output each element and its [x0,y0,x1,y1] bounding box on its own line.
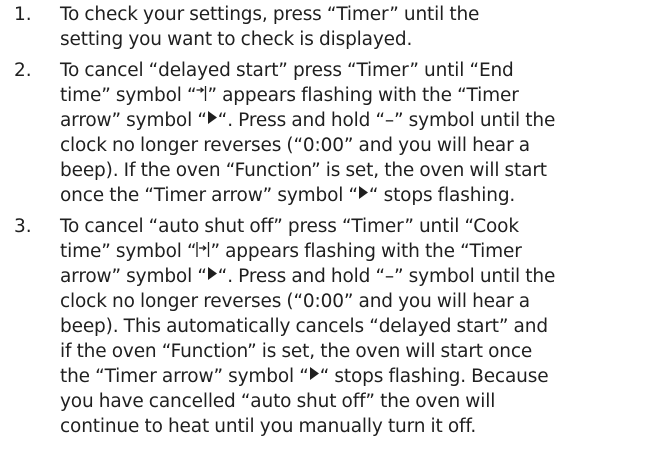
text-line: if the oven “Function” is set, the oven … [60,341,533,362]
item-number: 2. [14,60,32,81]
instruction-list: 1. To check your settings, press “Timer”… [14,2,644,445]
timer-arrow-icon [358,184,369,204]
text-segment: ” appears flashing with the “Timer [210,241,522,262]
text-line: you have cancelled “auto shut off” the o… [60,391,496,412]
list-item-2: 2. To cancel “delayed start” press “Time… [14,58,644,208]
text-segment: time” symbol “ [60,85,197,106]
item-number: 1. [14,4,32,25]
text-segment: the “Timer arrow” symbol “ [60,366,309,387]
item-text: To cancel “auto shut off” press “Timer” … [60,214,644,439]
list-item-3: 3. To cancel “auto shut off” press “Time… [14,214,644,439]
text-line: setting you want to check is displayed. [60,29,413,50]
text-segment: “. Press and hold “–” symbol until the [217,110,556,131]
text-segment: once the “Timer arrow” symbol “ [60,185,358,206]
text-line: the “Timer arrow” symbol “ “ stops flashi… [60,364,644,389]
list-item-1: 1. To check your settings, press “Timer”… [14,2,644,52]
text-segment: arrow” symbol “ [60,110,207,131]
text-segment: time” symbol “ [60,241,197,262]
text-line: arrow” symbol “ “. Press and hold “–” sym… [60,108,644,133]
item-number: 3. [14,216,32,237]
text-segment: “ stops flashing. [368,185,516,206]
text-line: To cancel “auto shut off” press “Timer” … [60,216,519,237]
text-segment: “ stops flashing. Because [319,366,549,387]
text-segment: arrow” symbol “ [60,266,207,287]
text-line: beep). If the oven “Function” is set, th… [60,160,547,181]
item-text: To cancel “delayed start” press “Timer” … [60,58,644,208]
text-line: time” symbol “ ” appears flashing with th… [60,83,644,108]
cook-time-symbol-icon [196,240,210,260]
timer-arrow-icon [309,365,320,385]
text-line: To check your settings, press “Timer” un… [60,4,480,25]
text-line: To cancel “delayed start” press “Timer” … [60,60,514,81]
item-text: To check your settings, press “Timer” un… [60,2,644,52]
text-line: time” symbol “ ” appears flashing with th… [60,239,644,264]
text-segment: “. Press and hold “–” symbol until the [217,266,556,287]
timer-arrow-icon [207,265,218,285]
text-line: clock no longer reverses (“0:00” and you… [60,291,530,312]
text-line: once the “Timer arrow” symbol “ “ stops f… [60,183,644,208]
text-segment: ” appears flashing with the “Timer [207,85,519,106]
text-line: beep). This automatically cancels “delay… [60,316,548,337]
end-time-symbol-icon [196,84,207,104]
text-line: arrow” symbol “ “. Press and hold “–” sym… [60,264,644,289]
text-line: clock no longer reverses (“0:00” and you… [60,135,530,156]
text-line: continue to heat until you manually turn… [60,416,477,437]
timer-arrow-icon [207,109,218,129]
